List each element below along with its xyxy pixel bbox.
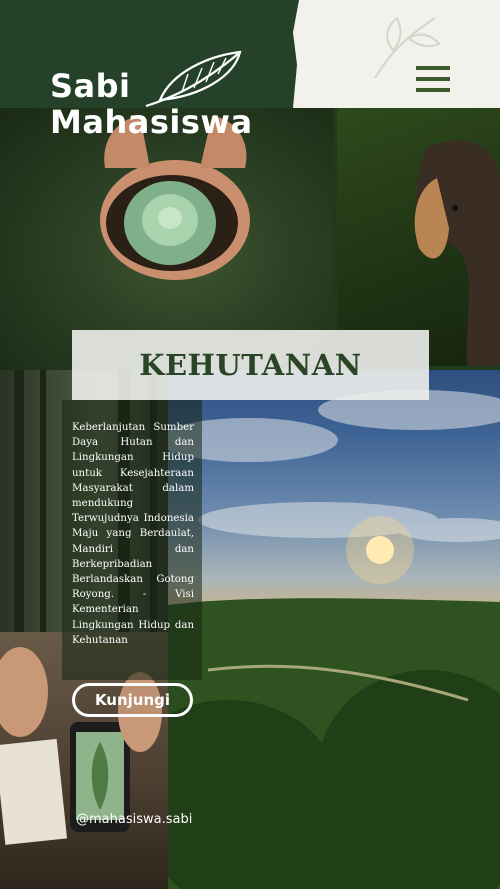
photo-sunset-landscape <box>168 370 500 889</box>
brand-logo-text: Sabi Mahasiswa <box>50 68 253 140</box>
instagram-handle-link[interactable]: @mahasiswa.sabi <box>76 812 192 827</box>
section-title-box: KEHUTANAN <box>72 330 429 400</box>
hamburger-menu-icon[interactable] <box>416 64 452 94</box>
brand-line-2: Mahasiswa <box>50 103 253 141</box>
brand-line-1: Sabi <box>50 67 131 105</box>
photo-elephant <box>337 108 500 366</box>
visit-button[interactable]: Kunjungi <box>72 683 193 717</box>
section-title: KEHUTANAN <box>139 348 362 382</box>
section-description: Keberlanjutan Sumber Daya Hutan dan Ling… <box>72 422 194 646</box>
